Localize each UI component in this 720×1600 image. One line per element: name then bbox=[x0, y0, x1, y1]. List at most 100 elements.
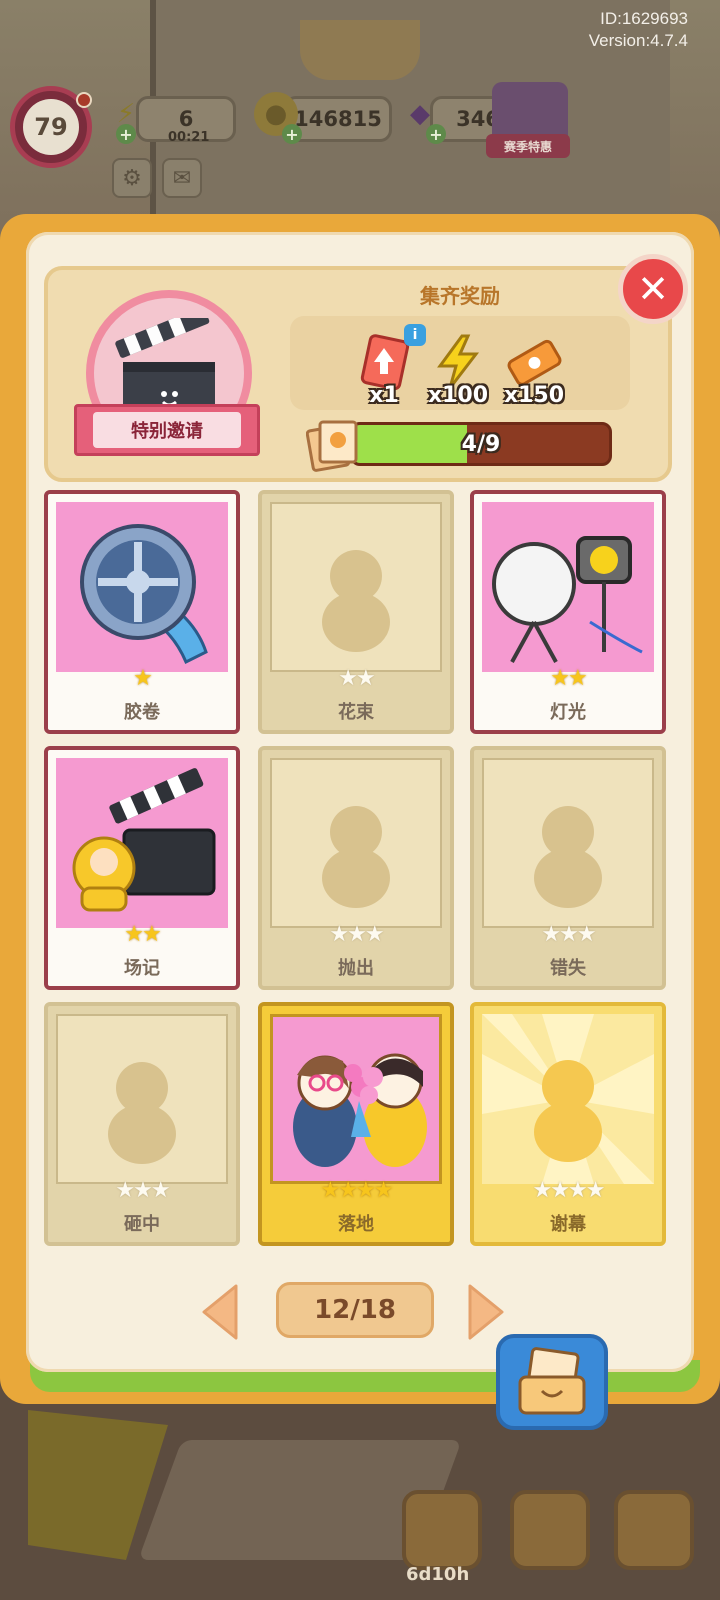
film-reel-icon bbox=[80, 524, 208, 665]
star-icon: ★ bbox=[364, 922, 385, 947]
star-icon: ★ bbox=[329, 922, 349, 947]
star-icon: ★ bbox=[133, 666, 153, 691]
star-icon: ★ bbox=[550, 666, 570, 691]
star-icon: ★ bbox=[576, 922, 597, 947]
silhouette-icon bbox=[108, 1062, 176, 1164]
event-countdown: 6d10h bbox=[406, 1564, 470, 1585]
add-gems-button[interactable]: + bbox=[426, 124, 446, 144]
star-icon: ★ bbox=[532, 1178, 553, 1203]
star-icon: ★ bbox=[356, 666, 376, 691]
album-shortcut-button[interactable] bbox=[402, 1490, 482, 1570]
card-art bbox=[482, 1014, 654, 1184]
debug-info: ID:1629693 Version:4.7.4 bbox=[589, 8, 688, 52]
card-5[interactable]: ★★★ 错失 bbox=[470, 746, 666, 990]
star-icon: ★ bbox=[356, 1178, 376, 1203]
card-name: 谢幕 bbox=[550, 1214, 586, 1235]
star-icon: ★ bbox=[338, 1178, 358, 1203]
mail-icon[interactable]: ✉ bbox=[162, 158, 202, 198]
energy-value: 6 bbox=[178, 107, 194, 131]
set-name: 特别邀请 bbox=[93, 412, 241, 448]
star-icon: ★ bbox=[347, 922, 367, 947]
star-icon: ★ bbox=[373, 1178, 394, 1203]
star-icon: ★ bbox=[568, 666, 588, 691]
album-collection-button[interactable] bbox=[496, 1334, 608, 1430]
season-event-label: 赛季特惠 bbox=[486, 134, 570, 158]
star-icon: ★ bbox=[568, 1178, 588, 1203]
star-icon: ★ bbox=[338, 666, 358, 691]
card-stars: ★★ bbox=[474, 668, 662, 690]
reward-amount: x150 bbox=[503, 383, 565, 408]
coin-value: 146815 bbox=[294, 107, 382, 131]
card-1[interactable]: ★★ 花束 bbox=[258, 490, 454, 734]
card-stars: ★ bbox=[48, 668, 236, 690]
add-energy-button[interactable]: + bbox=[116, 124, 136, 144]
silhouette-icon bbox=[534, 1060, 602, 1162]
reward-energy[interactable]: x100 bbox=[418, 332, 498, 408]
card-2[interactable]: ★★ 灯光 bbox=[470, 490, 666, 734]
card-name: 灯光 bbox=[550, 702, 586, 723]
studio-light-icon bbox=[492, 536, 643, 663]
notification-dot bbox=[76, 92, 92, 108]
card-art bbox=[56, 502, 228, 672]
card-0[interactable]: ★ 胶卷 bbox=[44, 490, 240, 734]
help-button[interactable] bbox=[510, 1490, 590, 1570]
card-art bbox=[56, 758, 228, 928]
ducks-bouquet-icon bbox=[293, 1053, 427, 1167]
silhouette-icon bbox=[322, 806, 390, 908]
silhouette-icon bbox=[322, 550, 390, 652]
star-icon: ★ bbox=[320, 1178, 341, 1203]
card-stars: ★★★★ bbox=[474, 1180, 662, 1202]
card-name: 花束 bbox=[338, 702, 374, 723]
star-icon: ★ bbox=[150, 1178, 171, 1203]
page-indicator: 12/18 bbox=[276, 1282, 434, 1338]
card-name: 错失 bbox=[550, 958, 586, 979]
photo-album-icon bbox=[518, 1347, 586, 1415]
card-art bbox=[270, 502, 442, 672]
settings-gear-icon[interactable]: ⚙ bbox=[112, 158, 152, 198]
star-icon: ★ bbox=[585, 1178, 606, 1203]
player-id: ID:1629693 bbox=[600, 9, 688, 28]
card-art bbox=[482, 502, 654, 672]
card-art bbox=[482, 758, 654, 928]
app-version: Version:4.7.4 bbox=[588, 31, 688, 50]
card-stars: ★★ bbox=[262, 668, 450, 690]
card-4[interactable]: ★★★ 抛出 bbox=[258, 746, 454, 990]
clapperboard-icon bbox=[72, 768, 216, 912]
friends-button[interactable] bbox=[614, 1490, 694, 1570]
star-icon: ★ bbox=[142, 922, 162, 947]
card-stars: ★★ bbox=[48, 924, 236, 946]
card-art bbox=[270, 758, 442, 928]
next-page-button[interactable] bbox=[466, 1282, 506, 1342]
star-icon: ★ bbox=[133, 1178, 153, 1203]
star-icon: ★ bbox=[550, 1178, 570, 1203]
card-3[interactable]: ★★ 场记 bbox=[44, 746, 240, 990]
star-icon: ★ bbox=[124, 922, 144, 947]
energy-timer: 00:21 bbox=[168, 130, 210, 145]
card-name: 抛出 bbox=[338, 958, 374, 979]
star-icon: ★ bbox=[115, 1178, 135, 1203]
card-stars: ★★★ bbox=[262, 924, 450, 946]
reward-ticket[interactable]: x150 bbox=[494, 332, 574, 408]
photo-cards-icon bbox=[306, 420, 358, 472]
card-stars: ★★★ bbox=[48, 1180, 236, 1202]
add-coins-button[interactable]: + bbox=[282, 124, 302, 144]
card-name: 落地 bbox=[338, 1214, 374, 1235]
reward-amount: x100 bbox=[427, 383, 489, 408]
previous-page-button[interactable] bbox=[200, 1282, 240, 1342]
card-name: 砸中 bbox=[124, 1214, 160, 1235]
reward-amount: x1 bbox=[369, 383, 399, 408]
star-icon: ★ bbox=[559, 922, 579, 947]
star-icon: ★ bbox=[541, 922, 561, 947]
card-name: 胶卷 bbox=[124, 702, 160, 723]
card-7[interactable]: ★★★★ 落地 bbox=[258, 1002, 454, 1246]
card-6[interactable]: ★★★ 砸中 bbox=[44, 1002, 240, 1246]
card-stars: ★★★★ bbox=[262, 1180, 450, 1202]
close-button[interactable]: ✕ bbox=[618, 254, 688, 324]
player-level: 79 bbox=[23, 99, 79, 155]
card-art bbox=[56, 1014, 228, 1184]
card-8[interactable]: ★★★★ 谢幕 bbox=[470, 1002, 666, 1246]
set-badge-ribbon: 特别邀请 bbox=[74, 404, 260, 456]
collection-progress-text: 4/9 bbox=[461, 431, 501, 457]
card-name: 场记 bbox=[124, 958, 160, 979]
card-art bbox=[270, 1014, 442, 1184]
